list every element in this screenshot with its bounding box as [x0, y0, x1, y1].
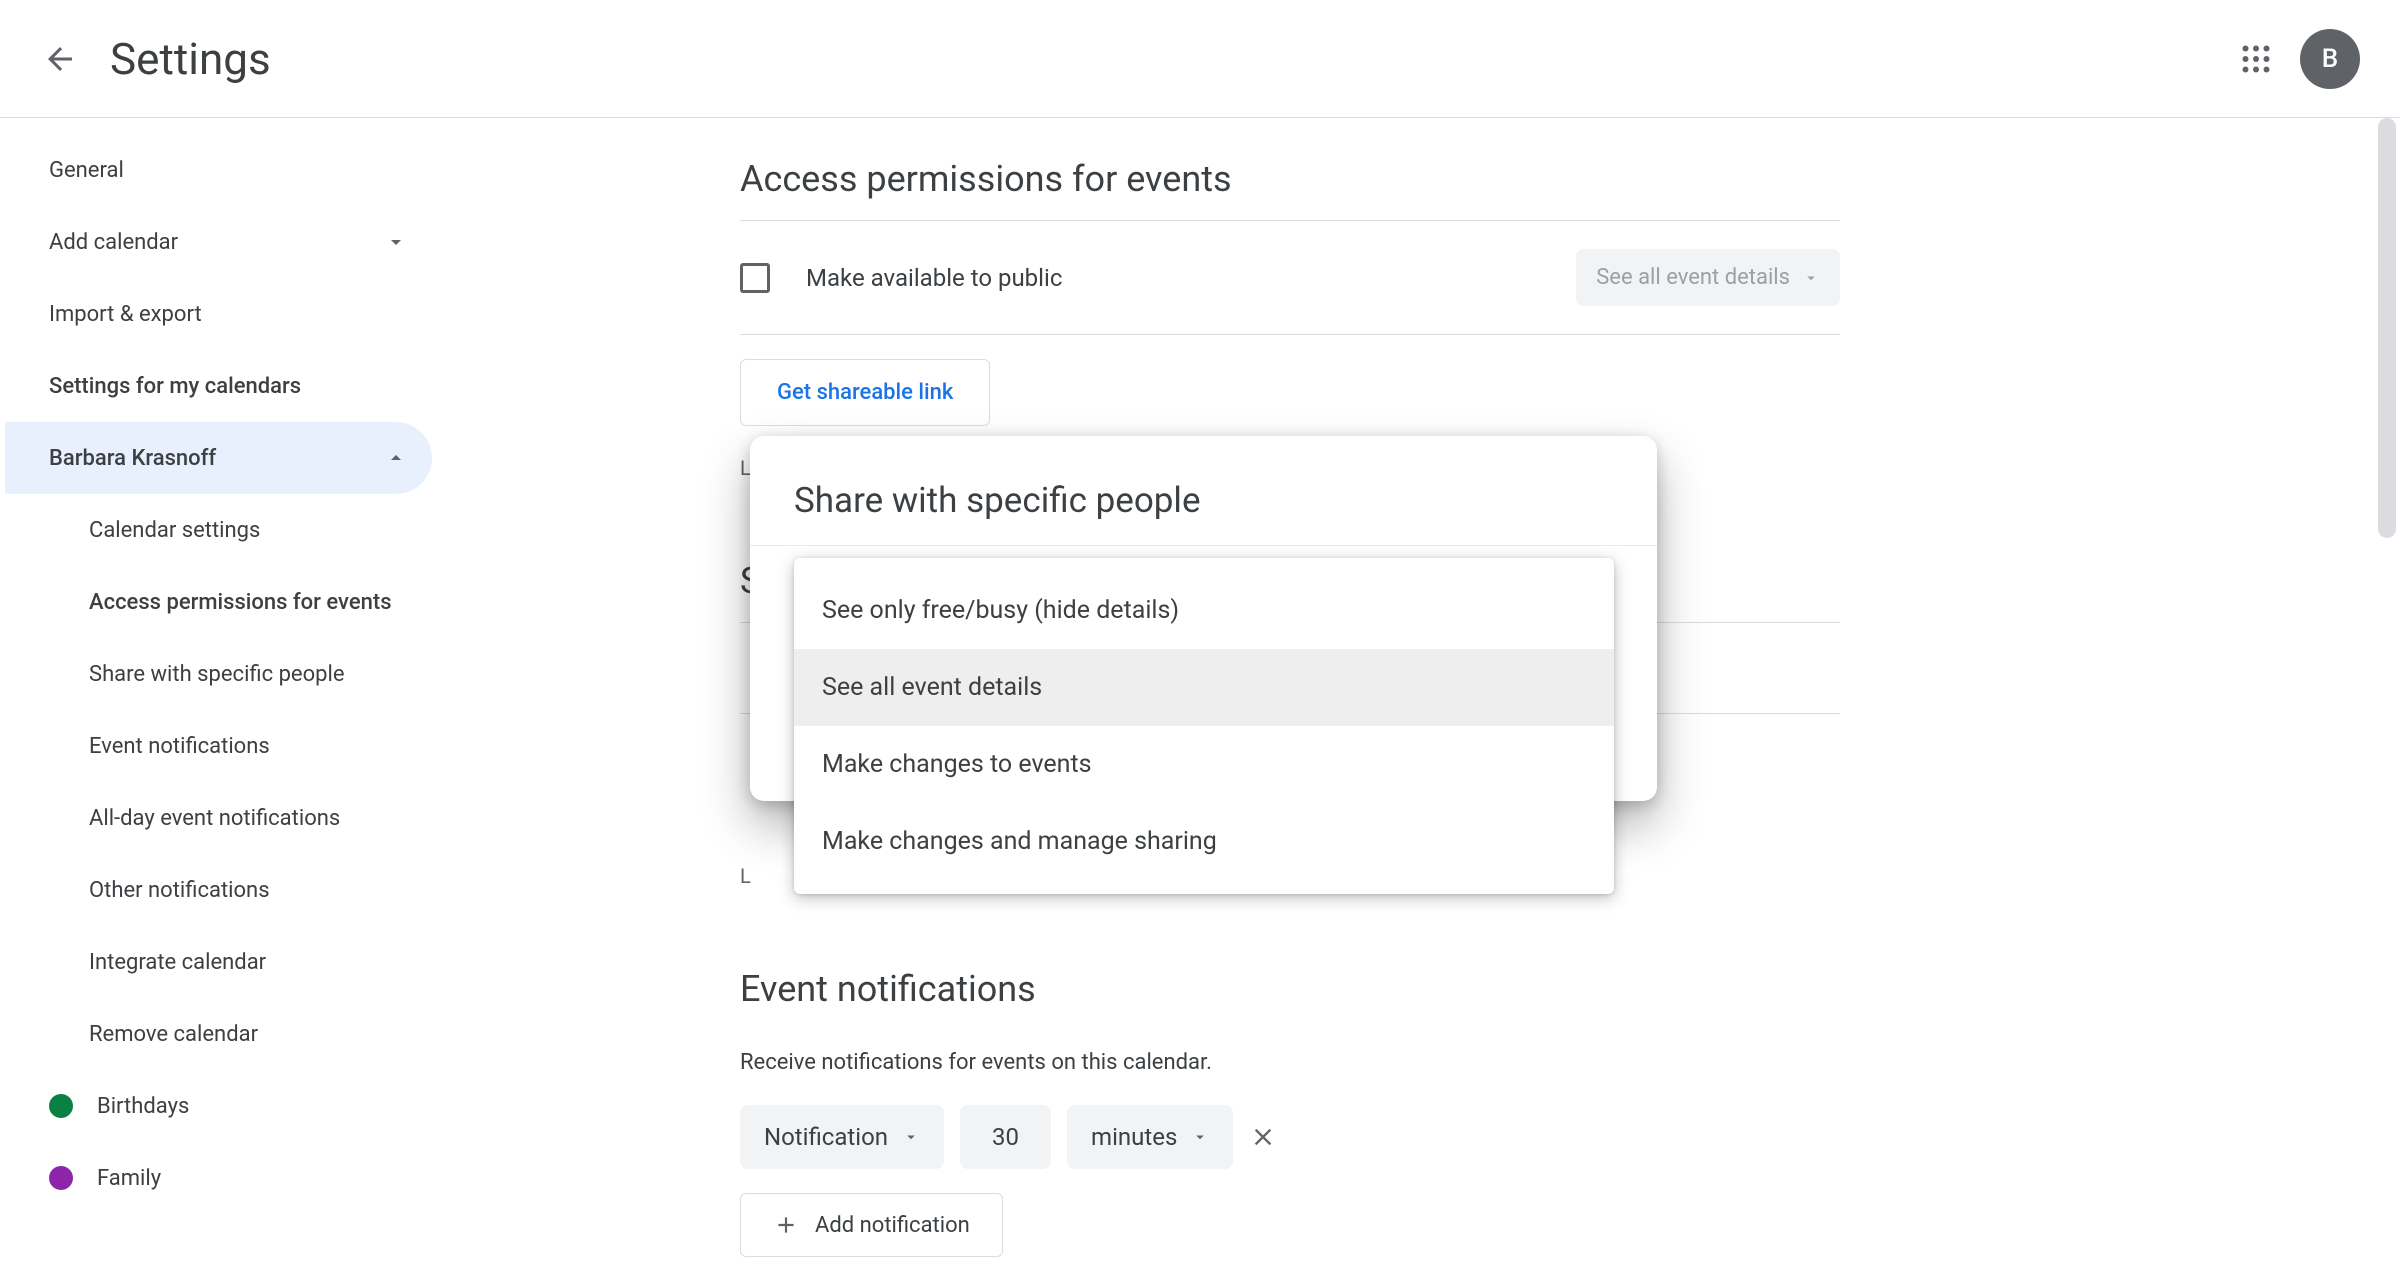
calendar-color-dot: [49, 1166, 73, 1190]
sidebar-item-user-calendar[interactable]: Barbara Krasnoff: [5, 422, 432, 494]
page-title: Settings: [110, 33, 271, 85]
sidebar-item-label: Other notifications: [89, 878, 270, 903]
chevron-up-icon: [384, 446, 408, 470]
sidebar-item-calendar-settings[interactable]: Calendar settings: [5, 494, 432, 566]
dropdown-triangle-icon: [1802, 269, 1820, 287]
section-subtitle: Receive notifications for events on this…: [740, 1050, 1840, 1075]
sidebar-item-label: Family: [97, 1166, 161, 1191]
plus-icon: [773, 1212, 799, 1238]
sidebar-item-allday-notifications[interactable]: All-day event notifications: [5, 782, 432, 854]
sidebar-item-event-notifications[interactable]: Event notifications: [5, 710, 432, 782]
dialog-title: Share with specific people: [794, 480, 1613, 521]
select-label: Notification: [764, 1123, 888, 1151]
sidebar-item-integrate-calendar[interactable]: Integrate calendar: [5, 926, 432, 998]
dropdown-option-freebusy[interactable]: See only free/busy (hide details): [794, 572, 1614, 649]
calendar-color-dot: [49, 1094, 73, 1118]
select-label: See all event details: [1596, 265, 1790, 290]
button-label: Add notification: [815, 1213, 970, 1238]
app-header: Settings B: [0, 0, 2400, 118]
sidebar-item-label: Calendar settings: [89, 518, 260, 543]
notification-value-input[interactable]: 30: [960, 1105, 1051, 1169]
chevron-down-icon: [384, 230, 408, 254]
get-shareable-link-button[interactable]: Get shareable link: [740, 359, 990, 426]
apps-grid-icon: [2238, 41, 2274, 77]
arrow-left-icon: [42, 41, 78, 77]
section-title: Event notifications: [740, 968, 1840, 1030]
add-notification-button[interactable]: Add notification: [740, 1193, 1003, 1257]
sidebar-item-birthdays[interactable]: Birthdays: [5, 1070, 432, 1142]
visibility-select-disabled: See all event details: [1576, 249, 1840, 306]
value-label: 30: [992, 1123, 1019, 1151]
option-make-public: Make available to public See all event d…: [740, 221, 1840, 334]
public-checkbox[interactable]: [740, 263, 770, 293]
sidebar-heading-label: Settings for my calendars: [49, 374, 301, 399]
permission-dropdown-menu: See only free/busy (hide details) See al…: [794, 558, 1614, 894]
sidebar-item-label: Import & export: [49, 302, 202, 327]
section-access-permissions: Access permissions for events Make avail…: [740, 158, 1840, 480]
sidebar-item-label: Share with specific people: [89, 662, 345, 687]
dropdown-option-manage-sharing[interactable]: Make changes and manage sharing: [794, 803, 1614, 880]
sidebar-item-label: Birthdays: [97, 1094, 189, 1119]
sidebar-item-label: Access permissions for events: [89, 590, 392, 615]
notification-type-select[interactable]: Notification: [740, 1105, 944, 1169]
sidebar-heading-my-calendars: Settings for my calendars: [5, 350, 440, 422]
sidebar-item-import-export[interactable]: Import & export: [5, 278, 432, 350]
dropdown-triangle-icon: [902, 1128, 920, 1146]
dropdown-option-all-details[interactable]: See all event details: [794, 649, 1614, 726]
divider: [740, 334, 1840, 335]
sidebar-item-label: Add calendar: [49, 230, 178, 255]
back-arrow-button[interactable]: [40, 39, 80, 79]
sidebar-item-label: Barbara Krasnoff: [49, 446, 216, 471]
sidebar-item-label: Remove calendar: [89, 1022, 258, 1047]
sidebar-item-label: General: [49, 158, 124, 183]
scrollbar-track[interactable]: [2376, 118, 2398, 1277]
dropdown-triangle-icon: [1191, 1128, 1209, 1146]
header-right: B: [2236, 29, 2360, 89]
notification-unit-select[interactable]: minutes: [1067, 1105, 1233, 1169]
scrollbar-thumb[interactable]: [2378, 118, 2396, 538]
sidebar-item-label: All-day event notifications: [89, 806, 340, 831]
sidebar-item-remove-calendar[interactable]: Remove calendar: [5, 998, 432, 1070]
dialog-header: Share with specific people: [750, 436, 1657, 546]
sidebar-item-label: Integrate calendar: [89, 950, 266, 975]
sidebar-item-label: Event notifications: [89, 734, 270, 759]
remove-notification-button[interactable]: [1249, 1123, 1277, 1151]
option-label: Make available to public: [806, 264, 1576, 292]
sidebar-item-access-permissions[interactable]: Access permissions for events: [0, 566, 432, 638]
dropdown-option-make-changes[interactable]: Make changes to events: [794, 726, 1614, 803]
sidebar-item-family[interactable]: Family: [5, 1142, 432, 1214]
sidebar-item-general[interactable]: General: [5, 134, 432, 206]
account-avatar[interactable]: B: [2300, 29, 2360, 89]
sidebar: General Add calendar Import & export Set…: [0, 118, 440, 1277]
section-title: Access permissions for events: [740, 158, 1840, 220]
sidebar-item-add-calendar[interactable]: Add calendar: [5, 206, 432, 278]
sidebar-item-other-notifications[interactable]: Other notifications: [5, 854, 432, 926]
sidebar-item-share-specific[interactable]: Share with specific people: [5, 638, 432, 710]
select-label: minutes: [1091, 1123, 1177, 1151]
section-event-notifications: Event notifications Receive notification…: [740, 968, 1840, 1257]
notification-row: Notification 30 minutes: [740, 1105, 1840, 1169]
google-apps-button[interactable]: [2236, 39, 2276, 79]
